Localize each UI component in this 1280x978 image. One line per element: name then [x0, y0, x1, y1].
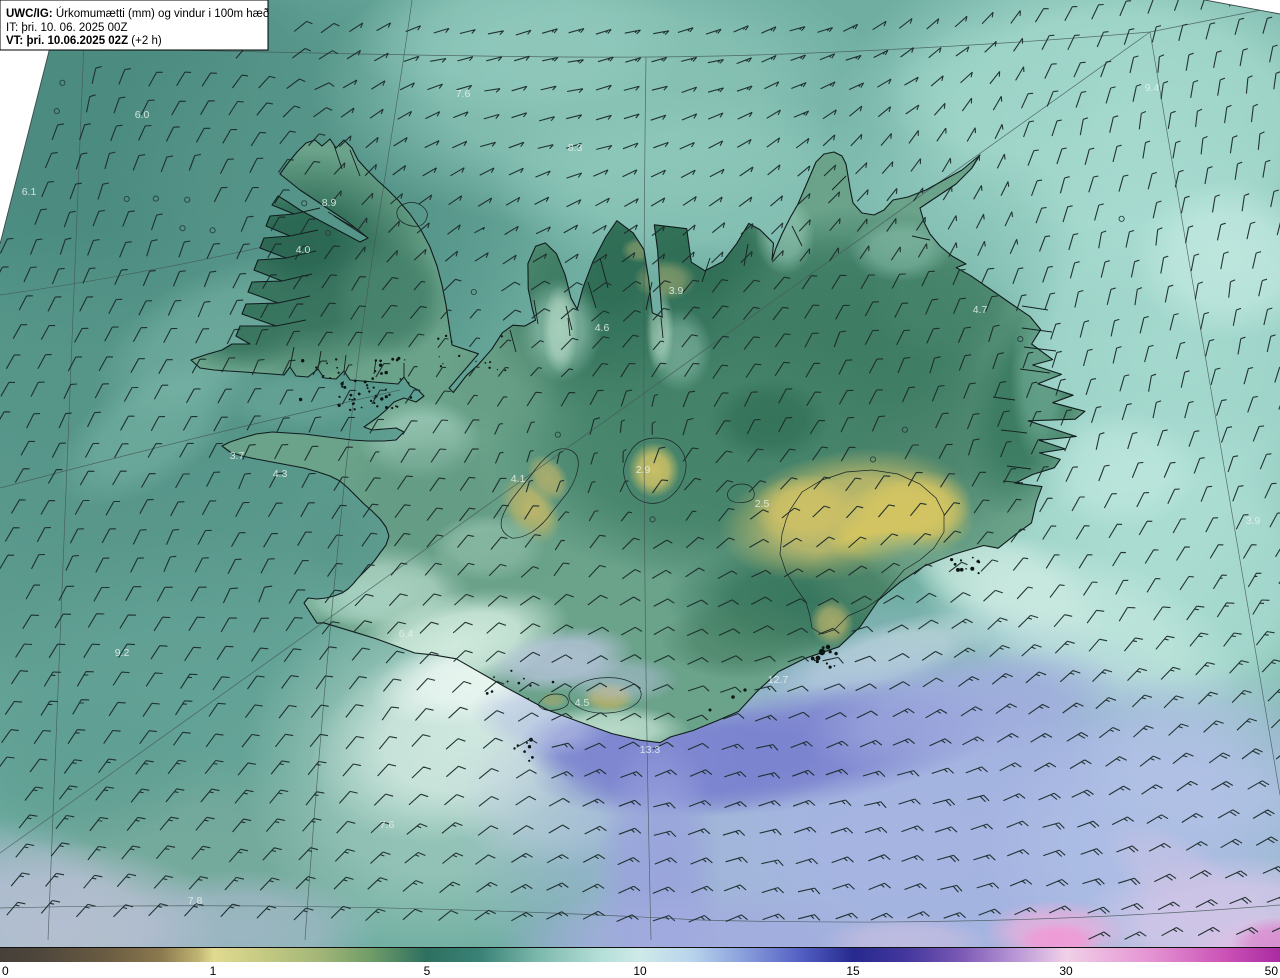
svg-text:4.6: 4.6: [595, 322, 610, 334]
svg-text:8.9: 8.9: [322, 197, 337, 209]
svg-text:4.5: 4.5: [575, 697, 590, 709]
svg-text:2.5: 2.5: [755, 498, 770, 510]
svg-text:3.9: 3.9: [1246, 515, 1261, 527]
svg-text:12.7: 12.7: [768, 674, 789, 686]
svg-text:8.3: 8.3: [568, 142, 583, 154]
svg-text:0: 0: [2, 964, 9, 978]
svg-text:UWC/IG: Úrkomumætti (mm) og vi: UWC/IG: Úrkomumætti (mm) og vindur i 100…: [6, 7, 269, 20]
svg-text:7.6: 7.6: [380, 819, 395, 831]
svg-text:3.7: 3.7: [230, 450, 245, 462]
svg-text:5: 5: [424, 964, 431, 978]
svg-text:13.3: 13.3: [640, 744, 661, 756]
svg-text:4.1: 4.1: [511, 473, 526, 485]
svg-text:1: 1: [210, 964, 217, 978]
svg-text:4.7: 4.7: [973, 304, 988, 316]
svg-text:50: 50: [1265, 964, 1279, 978]
svg-text:9.4: 9.4: [1145, 82, 1160, 94]
svg-text:2.9: 2.9: [636, 464, 651, 476]
svg-text:VT: þri. 10.06.2025 02Z (+2 h): VT: þri. 10.06.2025 02Z (+2 h): [6, 35, 162, 47]
svg-text:4.0: 4.0: [296, 244, 311, 256]
svg-text:IT: þri. 10. 06. 2025 00Z: IT: þri. 10. 06. 2025 00Z: [6, 22, 127, 34]
svg-text:30: 30: [1059, 964, 1073, 978]
svg-text:4.3: 4.3: [273, 468, 288, 480]
svg-text:3.9: 3.9: [669, 285, 684, 297]
svg-text:15: 15: [846, 964, 860, 978]
svg-text:7.8: 7.8: [188, 895, 203, 907]
svg-text:10: 10: [633, 964, 647, 978]
svg-text:9.2: 9.2: [115, 647, 130, 659]
svg-text:6.1: 6.1: [22, 186, 37, 198]
svg-text:6.4: 6.4: [399, 628, 414, 640]
svg-text:7.6: 7.6: [456, 88, 471, 100]
svg-text:6.0: 6.0: [135, 109, 150, 121]
